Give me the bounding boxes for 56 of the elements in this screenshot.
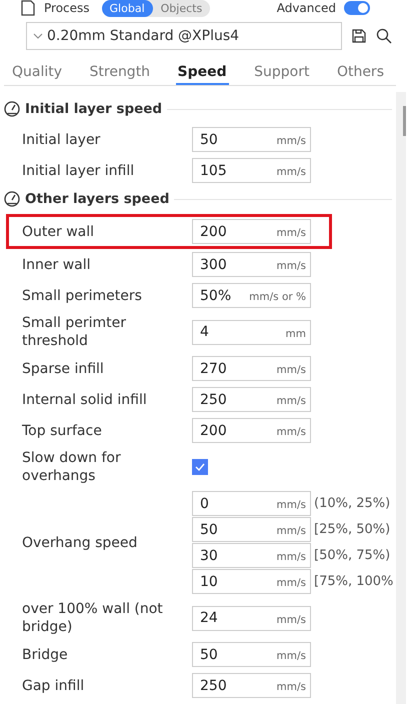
check-icon [194,462,206,472]
input-field[interactable]: 50 mm/s [192,517,311,542]
range-label: [25%, 50%) [314,522,390,537]
range-label: (10%, 25%) [314,496,390,511]
settings-tab[interactable]: Others [334,62,386,85]
advanced-toggle[interactable] [344,1,370,15]
setting-label: over 100% wall (not bridge) [22,600,164,636]
input-field[interactable]: 24 mm/s [192,606,311,630]
input-field[interactable]: 50% mm/s or % [192,283,311,308]
setting-label: Outer wall [22,222,96,240]
input-field[interactable]: 30 mm/s [192,543,311,568]
setting-label: Internal solid infill [22,390,148,408]
setting-label: Small perimter threshold [22,314,127,350]
search-icon[interactable] [376,28,392,44]
setting-label: Initial layer [22,130,102,148]
input-field[interactable]: 50 mm/s [192,642,311,667]
input-field[interactable]: 250 mm/s [192,673,311,698]
setting-label: Slow down for overhangs [22,449,122,485]
caret-icon [33,33,43,39]
setting-label: Sparse infill [22,360,105,378]
input-field[interactable]: 250 mm/s [192,387,311,412]
setting-label: Gap infill [22,676,86,694]
input-field[interactable]: 105 mm/s [192,158,311,183]
input-field[interactable]: 4 mm [192,320,311,344]
scope-tab[interactable]: Global [102,0,153,16]
scope-tab[interactable]: Objects [152,0,210,16]
setting-label: Inner wall [22,256,92,274]
settings-tab[interactable]: Quality [10,62,64,85]
gauge-icon [4,101,20,117]
input-field[interactable]: 0 mm/s [192,491,311,516]
preset-dropdown[interactable]: 0.20mm Standard @XPlus4 [26,22,342,50]
range-label: [75%, 100% [314,574,394,589]
input-field[interactable]: 200 mm/s [192,418,311,443]
input-field[interactable]: 300 mm/s [192,252,311,277]
setting-label: Top surface [22,422,103,440]
panel-title: Process [44,1,90,15]
gauge-icon [4,191,20,207]
setting-label: Small perimeters [22,286,143,304]
input-field[interactable]: 50 mm/s [192,127,311,152]
save-icon[interactable] [352,29,366,43]
input-field[interactable]: 200 mm/s [192,219,311,244]
setting-label: Initial layer infill [22,162,136,180]
settings-tab[interactable]: Speed [176,62,229,85]
input-field[interactable]: 10 mm/s [192,569,311,594]
settings-tab[interactable]: Support [252,62,312,85]
input-field[interactable]: 270 mm/s [192,356,311,381]
setting-label: Overhang speed [22,534,138,552]
scrollbar[interactable] [396,92,406,704]
settings-tab[interactable]: Strength [88,62,152,85]
setting-label: Bridge [22,646,69,664]
advanced-label: Advanced [276,1,336,15]
document-icon [20,0,36,16]
section-title: Initial layer speed [25,101,162,117]
checkbox[interactable] [192,459,208,475]
range-label: [50%, 75%) [314,548,390,563]
section-title: Other layers speed [25,191,170,207]
